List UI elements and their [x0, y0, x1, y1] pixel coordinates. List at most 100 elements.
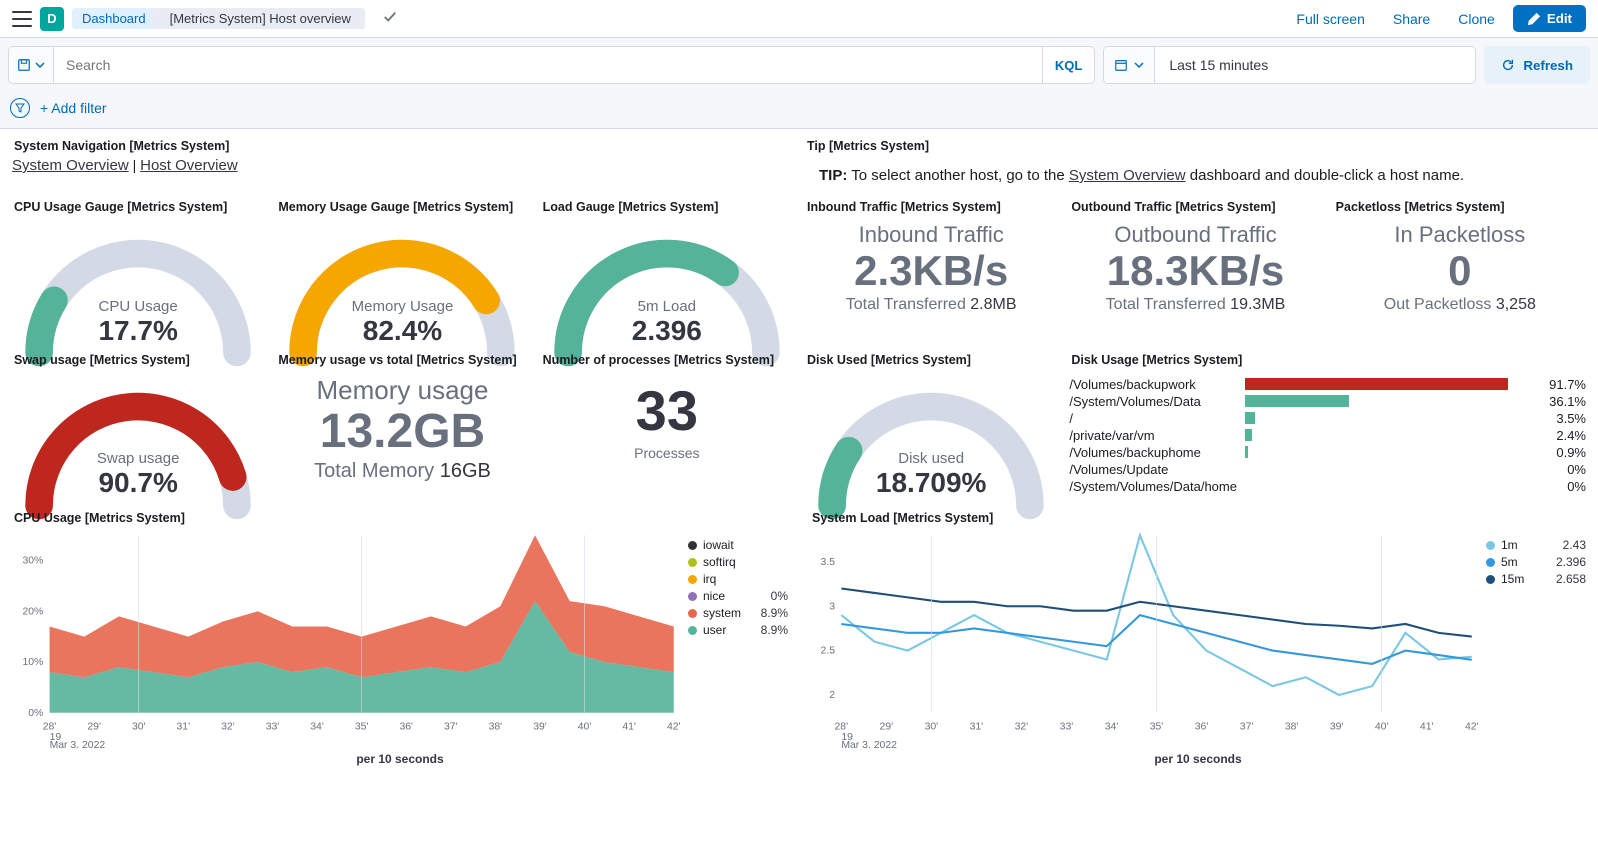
svg-text:39': 39' [1330, 721, 1344, 732]
refresh-button[interactable]: Refresh [1484, 46, 1590, 84]
time-range-label[interactable]: Last 15 minutes [1155, 47, 1475, 83]
svg-text:29': 29' [880, 721, 894, 732]
legend-dot [688, 609, 697, 618]
swap-gauge: Swap usage90.7% [12, 371, 264, 500]
svg-text:2.5: 2.5 [821, 646, 836, 657]
svg-text:34': 34' [310, 721, 324, 732]
svg-text:28': 28' [43, 721, 57, 732]
stat-label: Outbound Traffic [1069, 222, 1321, 248]
legend-item[interactable]: user8.9% [688, 623, 788, 637]
disk-mount: /System/Volumes/Data [1069, 394, 1239, 409]
tip-system-overview-link[interactable]: System Overview [1069, 167, 1186, 184]
add-filter-button[interactable]: + Add filter [40, 100, 107, 116]
share-link[interactable]: Share [1383, 5, 1440, 33]
stat-label: Memory usage [276, 375, 528, 406]
panel-title: Outbound Traffic [Metrics System] [1069, 194, 1321, 218]
stat-sub: Out Packetloss 3,258 [1334, 296, 1586, 314]
query-bar: KQL [8, 46, 1095, 84]
legend-dot [688, 575, 697, 584]
nav-toggle[interactable] [12, 11, 32, 27]
disk-usage-row: /Volumes/backuphome0.9% [1069, 445, 1586, 460]
svg-text:38': 38' [1285, 721, 1299, 732]
legend-name: 5m [1501, 555, 1518, 569]
system-navigation: System Overview | Host Overview [12, 157, 793, 174]
svg-text:20%: 20% [22, 606, 43, 617]
legend-dot [688, 541, 697, 550]
disk-pct: 91.7% [1538, 377, 1586, 392]
filter-options-icon[interactable] [10, 98, 30, 118]
legend-item[interactable]: iowait [688, 538, 788, 552]
disk-mount: /Volumes/backupwork [1069, 377, 1239, 392]
quick-select-button[interactable] [1104, 47, 1155, 83]
breadcrumb: Dashboard [Metrics System] Host overview [72, 8, 365, 29]
stat-sub: Total Memory 16GB [276, 460, 528, 483]
tip-after: dashboard and double-click a host name. [1186, 167, 1465, 184]
legend-dot [688, 592, 697, 601]
panel-title: Swap usage [Metrics System] [12, 347, 264, 371]
disk-gauge: Disk used18.709% [805, 371, 1057, 500]
tip-label: TIP: [819, 167, 847, 184]
legend-item[interactable]: system8.9% [688, 606, 788, 620]
system-overview-link[interactable]: System Overview [12, 157, 129, 174]
legend-name: system [703, 606, 741, 620]
disk-mount: /Volumes/backuphome [1069, 445, 1239, 460]
legend-name: softirq [703, 555, 736, 569]
time-picker[interactable]: Last 15 minutes [1103, 46, 1476, 84]
legend-item[interactable]: irq [688, 572, 788, 586]
svg-text:33': 33' [266, 721, 280, 732]
chevron-down-icon [35, 60, 45, 70]
legend-name: user [703, 623, 726, 637]
saved-query-button[interactable] [9, 47, 54, 83]
clone-link[interactable]: Clone [1448, 5, 1505, 33]
svg-text:3: 3 [829, 601, 835, 612]
kql-toggle[interactable]: KQL [1042, 47, 1094, 83]
svg-text:40': 40' [1375, 721, 1389, 732]
svg-text:0%: 0% [28, 708, 43, 719]
legend-item[interactable]: 1m2.43 [1486, 538, 1586, 552]
breadcrumb-dashboard[interactable]: Dashboard [72, 8, 160, 29]
stat-value: 33 [541, 383, 793, 439]
legend-dot [1486, 575, 1495, 584]
app-badge[interactable]: D [40, 7, 64, 31]
panel-title: Disk Usage [Metrics System] [1069, 347, 1586, 371]
calendar-icon [1114, 58, 1128, 72]
legend-name: 15m [1501, 572, 1524, 586]
disk-pct: 3.5% [1538, 411, 1586, 426]
chevron-down-icon [1134, 60, 1144, 70]
stat-value: 0 [1334, 248, 1586, 294]
stat-sub: Total Transferred 19.3MB [1069, 296, 1321, 314]
load-gauge: 5m Load2.396 [541, 218, 793, 347]
legend-item[interactable]: softirq [688, 555, 788, 569]
svg-text:30': 30' [132, 721, 146, 732]
cpu-chart-legend: iowait softirq irq nice0% system8.9% user8.9% [688, 529, 788, 748]
disk-pct: 0% [1538, 462, 1586, 477]
legend-item[interactable]: 5m2.396 [1486, 555, 1586, 569]
separator: | [133, 157, 141, 173]
disk-icon [17, 58, 31, 72]
search-input[interactable] [54, 47, 1042, 83]
panel-title: CPU Usage Gauge [Metrics System] [12, 194, 264, 218]
svg-text:37': 37' [1240, 721, 1254, 732]
disk-mount: /private/var/vm [1069, 428, 1239, 443]
legend-item[interactable]: 15m2.658 [1486, 572, 1586, 586]
stat-label: In Packetloss [1334, 222, 1586, 248]
legend-value: 0% [771, 589, 788, 603]
x-axis-label: per 10 seconds [12, 748, 788, 766]
svg-text:39': 39' [533, 721, 547, 732]
panel-title: Inbound Traffic [Metrics System] [805, 194, 1057, 218]
disk-bar [1245, 480, 1532, 492]
disk-bar [1245, 446, 1532, 458]
panel-title: Memory Usage Gauge [Metrics System] [276, 194, 528, 218]
disk-pct: 2.4% [1538, 428, 1586, 443]
svg-text:10%: 10% [22, 657, 43, 668]
fullscreen-link[interactable]: Full screen [1286, 5, 1374, 33]
legend-item[interactable]: nice0% [688, 589, 788, 603]
host-overview-link[interactable]: Host Overview [140, 157, 238, 174]
svg-text:35': 35' [1150, 721, 1164, 732]
svg-text:36': 36' [1195, 721, 1209, 732]
memory-gauge: Memory Usage82.4% [276, 218, 528, 347]
svg-text:31': 31' [970, 721, 984, 732]
edit-button[interactable]: Edit [1513, 5, 1586, 32]
svg-text:31': 31' [177, 721, 191, 732]
disk-usage-row: /Volumes/Update0% [1069, 462, 1586, 477]
